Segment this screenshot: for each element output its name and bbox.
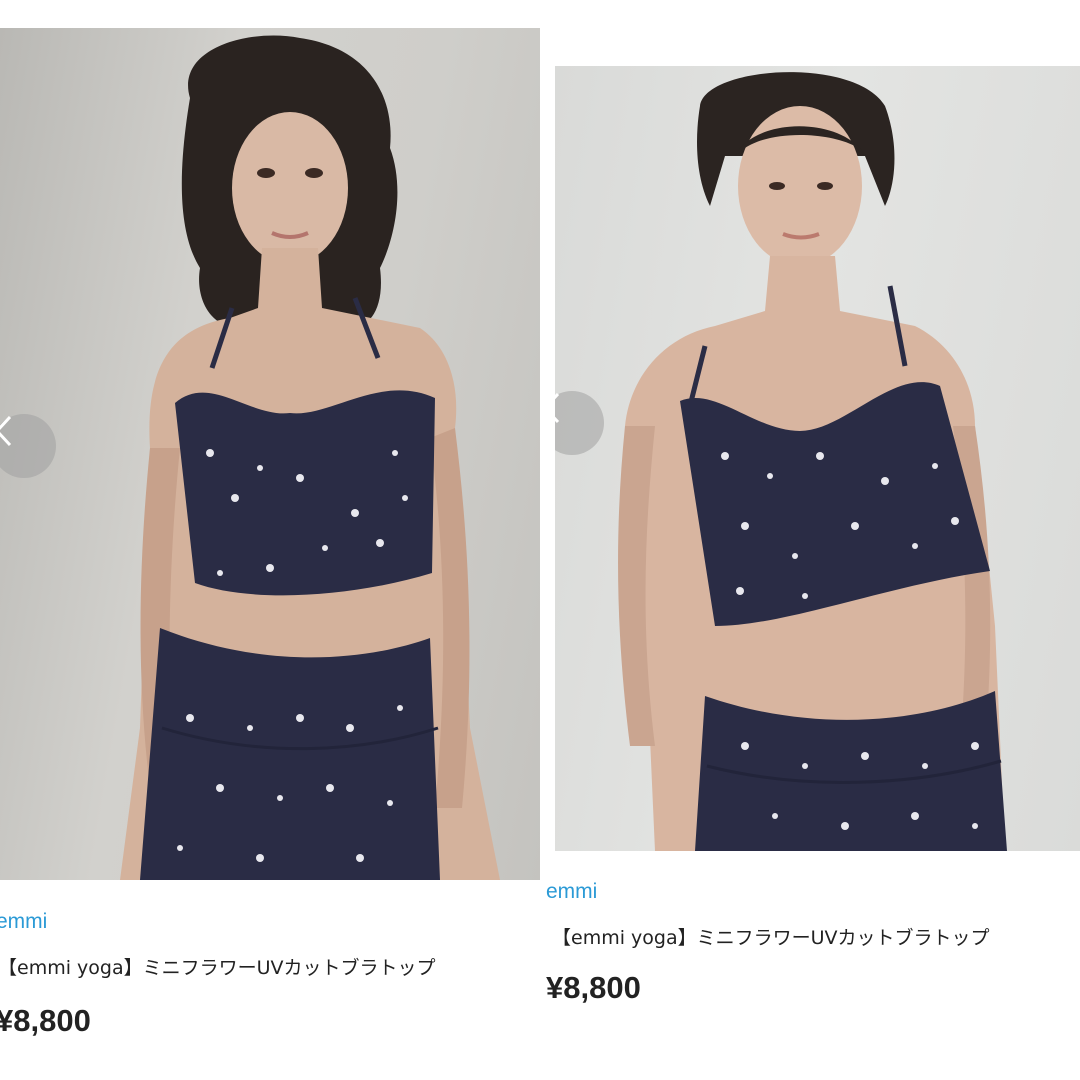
product-title[interactable]: 【emmi yoga】ミニフラワーUVカットブラトップ — [0, 953, 436, 980]
brand-link[interactable]: emmi — [546, 880, 597, 904]
product-image[interactable] — [555, 66, 1080, 851]
product-comparison: emmi 【emmi yoga】ミニフラワーUVカットブラトップ ¥8,800 — [0, 0, 1080, 1080]
product-photo-illustration — [120, 35, 500, 880]
product-card-2[interactable]: emmi 【emmi yoga】ミニフラワーUVカットブラトップ ¥8,800 — [546, 66, 1080, 1005]
product-price: ¥8,800 — [546, 970, 641, 1005]
brand-link[interactable]: emmi — [0, 910, 47, 934]
product-title[interactable]: 【emmi yoga】ミニフラワーUVカットブラトップ — [552, 923, 990, 950]
product-image[interactable] — [0, 28, 540, 880]
product-card-1[interactable]: emmi 【emmi yoga】ミニフラワーUVカットブラトップ ¥8,800 — [0, 28, 540, 1038]
product-price: ¥8,800 — [0, 1003, 91, 1038]
product-photo-illustration — [618, 72, 1007, 851]
